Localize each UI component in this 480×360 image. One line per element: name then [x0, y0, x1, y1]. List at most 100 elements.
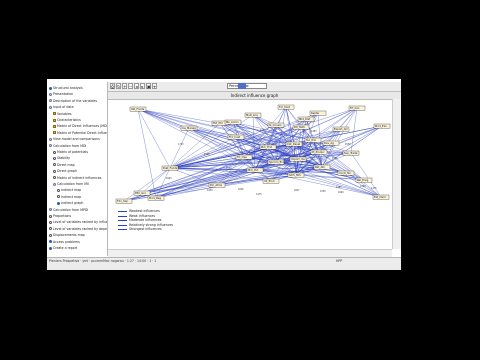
graph-node[interactable]: Invnt_Tec: [337, 170, 355, 176]
graph-edge: [123, 169, 256, 202]
graph-node[interactable]: Pm_Atms: [208, 182, 226, 188]
sidebar-item-label: Indirect map: [61, 188, 82, 193]
horizontal-scrollbar[interactable]: [108, 249, 392, 257]
sidebar-item[interactable]: Variables: [53, 111, 72, 117]
graph-node[interactable]: Cpt_Devel: [285, 141, 303, 147]
graph-node[interactable]: Mk_Anmn: [224, 119, 242, 125]
graph-node[interactable]: Import_ms: [289, 156, 307, 162]
edge-label: 1475: [371, 187, 377, 190]
sidebar-item[interactable]: Presentation: [49, 91, 73, 97]
arrow-left-icon[interactable]: ◂: [134, 83, 139, 89]
sidebar-item[interactable]: Stability: [53, 155, 70, 161]
legend-line: [118, 215, 127, 217]
sidebar-item[interactable]: Matrix of Potential Direct Influences: [53, 130, 107, 136]
sidebar-item[interactable]: View model and comparisons: [49, 136, 100, 142]
graph-node[interactable]: Frt_Gro: [348, 105, 366, 111]
graph-node[interactable]: Sl_Consol: [267, 122, 285, 128]
edge-label: 1652: [238, 188, 244, 191]
fit-icon[interactable]: ▣: [146, 83, 151, 89]
graph-node-label: Pfm_Gro: [135, 191, 146, 195]
graph-node[interactable]: Tm_Diet: [277, 104, 295, 110]
graph-node[interactable]: Pfm_Gro: [133, 190, 151, 196]
graph-node[interactable]: Sup_Trade: [342, 150, 360, 156]
print-icon[interactable]: ⎙: [110, 83, 115, 89]
sidebar-item-label: Indirect map: [61, 194, 82, 199]
graph-node[interactable]: Ext_Dem: [372, 194, 390, 200]
zoom-select[interactable]: Percentage: [227, 83, 267, 89]
sidebar-item-label: Calculation from MDI: [53, 143, 87, 148]
sidebar-item[interactable]: Matrix of potentials: [53, 149, 88, 155]
graph-node[interactable]: Fdn_Sqn: [115, 198, 133, 204]
graph-node[interactable]: Ins_Manag: [180, 125, 198, 131]
sidebar-item[interactable]: Calculation from MPDI: [49, 207, 88, 213]
graph-node-label: Mkt_Dist: [299, 117, 310, 121]
sidebar-item[interactable]: Indirect map: [57, 194, 81, 200]
sidebar-item[interactable]: Calculation from MDI: [49, 143, 86, 149]
sidebar-item[interactable]: Indirect map: [57, 187, 81, 193]
graph-node-label: Prod_Exs: [375, 124, 387, 128]
graph-node[interactable]: Rel_Enrg: [355, 177, 373, 183]
sidebar-item-label: Stability: [57, 156, 71, 161]
graph-node[interactable]: Trd_Cust: [227, 134, 245, 140]
sidebar-item[interactable]: Direct graph: [53, 168, 77, 174]
sidebar-item[interactable]: Characteristics: [53, 117, 81, 123]
sidebar-item[interactable]: Calculation from MII: [53, 181, 89, 187]
sidebar-item[interactable]: Create a report: [49, 245, 77, 251]
graph-node[interactable]: Tec_Pnt: [304, 137, 322, 143]
refresh-icon[interactable]: ↻: [116, 83, 121, 89]
legend-line: [118, 211, 127, 212]
graph-node[interactable]: Prod_Exs: [373, 123, 391, 129]
sidebar-item[interactable]: Level of variables ranked by influence: [49, 219, 107, 225]
graph-node[interactable]: Mrk_Frst: [259, 144, 277, 150]
sidebar-item[interactable]: Level of variables ranked by dependence: [49, 226, 107, 232]
graph-canvas[interactable]: 1663 1505 1505 1550 1713 1652 1607 1539 1483 1459…: [108, 99, 392, 208]
sidebar-item[interactable]: Description of the variables: [49, 98, 97, 104]
sidebar-item[interactable]: Matrix of Direct Influences (MDI): [53, 123, 107, 129]
folder-icon: [49, 144, 52, 148]
graph-node[interactable]: Mrk_Pnt: [246, 167, 264, 173]
sidebar-item-label: Direct graph: [57, 169, 77, 174]
graph-node[interactable]: Pl_Produc: [310, 149, 328, 155]
graph-node[interactable]: Diet_Foods: [161, 165, 179, 171]
zoom-in-icon[interactable]: +: [122, 83, 127, 89]
graph-node-label: Cpt_Devel: [287, 142, 300, 146]
graph-node[interactable]: Frt_Ops: [235, 154, 253, 160]
sidebar-item[interactable]: Direct map: [53, 162, 75, 168]
graph-node[interactable]: Sprmm_Eco: [267, 159, 285, 165]
status-bar: Pleniers Prospetiva · yml · pcvmmMac nog…: [47, 257, 401, 270]
sidebar-item[interactable]: Input of data: [49, 104, 74, 110]
legend-line: [118, 229, 127, 231]
select-icon[interactable]: ⌖: [152, 83, 157, 89]
sidebar-item-label: Structural analysis: [53, 86, 83, 90]
sidebar-item[interactable]: Structural analysis: [49, 85, 83, 91]
graph-node[interactable]: Rtl_Tadh: [292, 124, 310, 130]
edge-label: 1550: [226, 167, 232, 170]
graph-node[interactable]: Export_Am: [332, 126, 350, 132]
zoom-out-icon[interactable]: −: [128, 83, 133, 89]
radio-icon: [49, 220, 52, 224]
sidebar-item[interactable]: Proportions: [49, 213, 71, 219]
graph-node[interactable]: Dev_Ag: [322, 140, 340, 146]
graph-node[interactable]: Ret_Atn: [313, 164, 331, 170]
radio-icon: [53, 176, 56, 180]
graph-node[interactable]: Mkt_Dist: [297, 116, 315, 122]
graph-node[interactable]: Vet_Foods: [129, 106, 147, 112]
graph-node[interactable]: Prod_Reg: [147, 195, 165, 201]
graph-edge: [350, 107, 358, 154]
zoom-dropdown-button[interactable]: [238, 83, 246, 89]
arrow-right-icon[interactable]: ▸: [140, 83, 145, 89]
graph-node[interactable]: Mult_Acq: [244, 112, 262, 118]
table-icon: [53, 118, 56, 122]
sidebar-item[interactable]: Access problems: [49, 239, 80, 245]
graph-node[interactable]: Inf_Prod: [262, 178, 280, 184]
graph-edge: [169, 167, 218, 186]
graph-node-label: Rel_Enrg: [357, 178, 369, 182]
vertical-scrollbar[interactable]: [392, 99, 401, 249]
sidebar-item[interactable]: Matrix of indirect influences: [53, 175, 101, 181]
graph-node[interactable]: Kaptw: [309, 110, 327, 116]
graph-node-label: Pm_Atms: [210, 183, 223, 187]
sidebar-item[interactable]: Displacements map: [49, 232, 85, 238]
graph-node[interactable]: Smh_Mrk: [287, 172, 305, 178]
sidebar-item[interactable]: Indirect graph: [57, 200, 83, 206]
graph-node-label: Sup_Trade: [344, 151, 358, 155]
